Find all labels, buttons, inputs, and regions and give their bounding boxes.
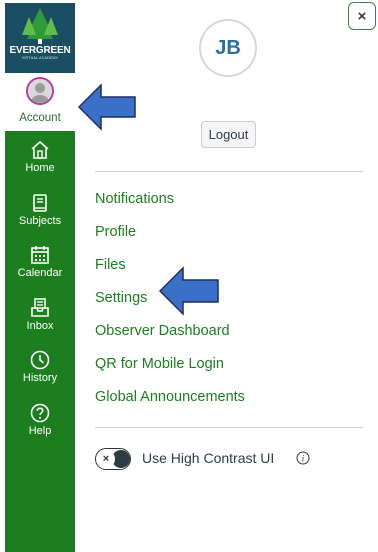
logout-button[interactable]: Logout (201, 121, 256, 148)
divider-bottom (95, 427, 363, 428)
logo-subtitle: VIRTUAL ACADEMY (21, 56, 59, 60)
link-profile[interactable]: Profile (95, 220, 245, 253)
calendar-icon (31, 246, 49, 264)
link-observer-dashboard[interactable]: Observer Dashboard (95, 319, 245, 352)
link-notifications[interactable]: Notifications (95, 187, 245, 220)
nav-item-calendar[interactable]: Calendar (5, 244, 75, 279)
divider-top (95, 171, 363, 172)
link-global-announcements[interactable]: Global Announcements (95, 385, 245, 418)
nav-item-subjects[interactable]: Subjects (5, 192, 75, 227)
clock-icon (30, 350, 50, 370)
nav-help-label: Help (28, 425, 52, 437)
tree-logo-icon (22, 8, 58, 44)
nav-item-history[interactable]: History (5, 349, 75, 384)
home-icon (31, 140, 49, 159)
info-icon[interactable]: i (296, 451, 310, 465)
link-qr-mobile-login[interactable]: QR for Mobile Login (95, 352, 245, 385)
inbox-icon (31, 298, 49, 317)
account-avatar-icon (26, 77, 54, 105)
nav-menu: Home Subjects Calendar Inbox History Hel… (5, 131, 75, 552)
book-icon (33, 194, 47, 212)
nav-account-label: Account (19, 112, 61, 124)
svg-text:i: i (302, 454, 305, 464)
nav-home-label: Home (25, 162, 55, 174)
high-contrast-toggle[interactable]: × (95, 448, 131, 470)
arrow-to-settings-icon (158, 266, 219, 316)
arrow-to-account-icon (77, 83, 136, 131)
nav-history-label: History (22, 372, 58, 384)
nav-item-inbox[interactable]: Inbox (5, 297, 75, 332)
user-avatar: JB (199, 19, 257, 77)
nav-subjects-label: Subjects (18, 215, 62, 227)
avatar-initials: JB (215, 36, 241, 59)
high-contrast-label: Use High Contrast UI (142, 450, 275, 466)
toggle-off-icon: × (97, 450, 115, 468)
help-icon (30, 403, 50, 423)
evergreen-logo[interactable]: EVERGREEN VIRTUAL ACADEMY (5, 3, 75, 73)
nav-inbox-label: Inbox (26, 320, 54, 332)
nav-item-account[interactable]: Account (5, 73, 75, 129)
logo-wordmark: EVERGREEN (9, 45, 71, 56)
nav-item-home[interactable]: Home (5, 139, 75, 174)
close-tray-button[interactable]: × (348, 2, 376, 30)
global-nav: EVERGREEN VIRTUAL ACADEMY Account Home S… (0, 0, 75, 552)
nav-item-help[interactable]: Help (5, 402, 75, 437)
nav-calendar-label: Calendar (17, 267, 63, 279)
